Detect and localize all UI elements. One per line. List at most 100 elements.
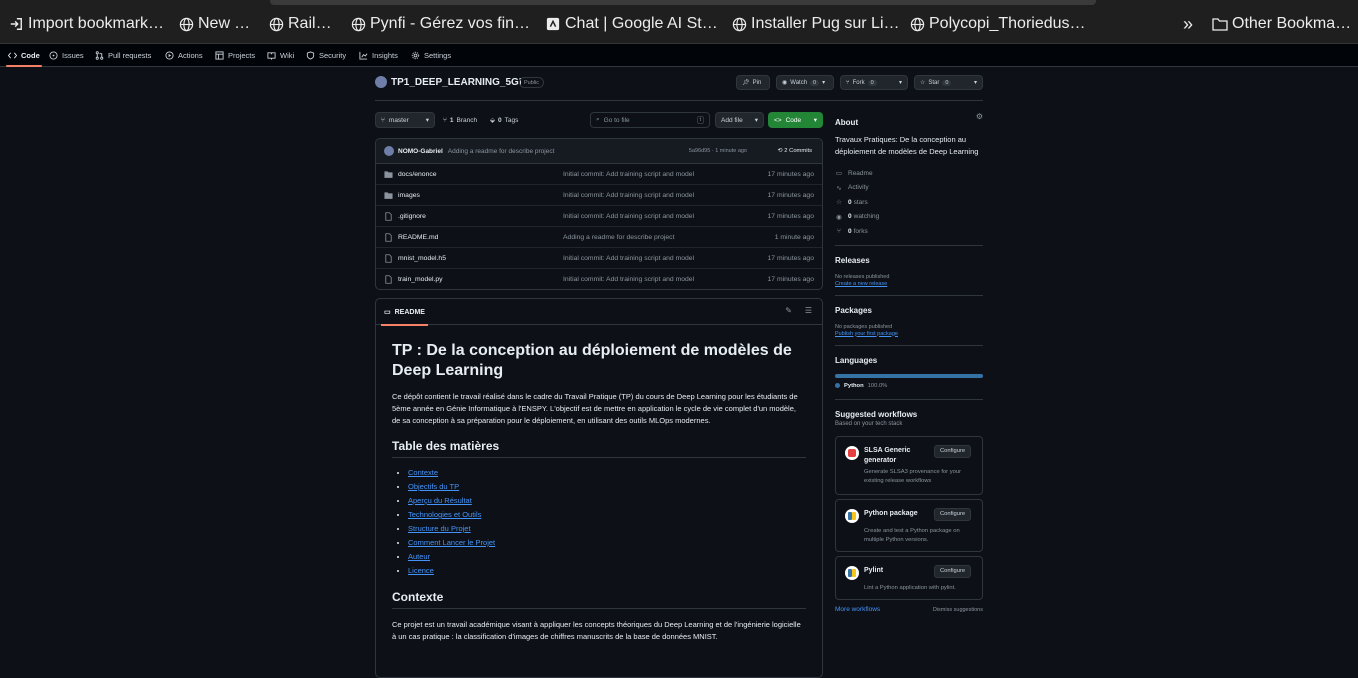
- add-file-button[interactable]: Add file ▾: [715, 112, 764, 128]
- book-icon: ▭: [384, 309, 391, 316]
- toc-item: Aperçu du Résultat: [408, 494, 806, 508]
- toc-link[interactable]: Auteur: [408, 552, 430, 561]
- readme-intro: Ce dépôt contient le travail réalisé dan…: [392, 392, 798, 425]
- file-name[interactable]: mnist_model.h5: [398, 255, 446, 262]
- packages-heading[interactable]: Packages: [835, 306, 983, 315]
- bookmark-import[interactable]: Import bookmarks…: [8, 14, 168, 34]
- table-of-contents: Contexte Objectifs du TP Aperçu du Résulta…: [392, 466, 806, 578]
- more-workflows-link[interactable]: More workflows: [835, 606, 880, 613]
- watch-button[interactable]: ◉ Watch 0 ▾: [776, 75, 834, 90]
- toc-link[interactable]: Licence: [408, 566, 434, 575]
- tab-security[interactable]: Security: [306, 44, 346, 67]
- tab-actions[interactable]: Actions: [165, 44, 203, 67]
- star-button[interactable]: ☆ Star 0 ▾: [914, 75, 983, 90]
- go-to-file-input[interactable]: ⌕ Go to file t: [590, 112, 710, 128]
- dismiss-suggestions-link[interactable]: Dismiss suggestions: [933, 607, 983, 613]
- commit-author[interactable]: NOMO-Gabriel: [398, 148, 443, 155]
- bookmark-pug[interactable]: Installer Pug sur Linux: [731, 14, 901, 34]
- commits-link[interactable]: ⟲ 2 Commits: [777, 148, 812, 154]
- file-commit-message[interactable]: Initial commit: Add training script and …: [563, 171, 694, 178]
- activity-link[interactable]: ∿ Activity: [835, 181, 983, 196]
- publish-package-link[interactable]: Publish your first package: [835, 331, 983, 337]
- file-row[interactable]: images Initial commit: Add training scrip…: [376, 185, 822, 206]
- branches-link[interactable]: ⑂ 1 Branch: [443, 112, 477, 128]
- file-row[interactable]: docs/enonce Initial commit: Add training …: [376, 164, 822, 185]
- toc-link[interactable]: Structure du Projet: [408, 524, 471, 533]
- toc-link[interactable]: Contexte: [408, 468, 438, 477]
- gear-icon[interactable]: ⚙: [976, 112, 983, 121]
- other-bookmarks[interactable]: Other Bookmarks: [1212, 14, 1354, 34]
- search-icon: ⌕: [596, 116, 600, 123]
- bookmarks-overflow-button[interactable]: »: [1183, 14, 1199, 34]
- create-release-link[interactable]: Create a new release: [835, 281, 983, 287]
- file-name[interactable]: images: [398, 192, 420, 199]
- language-python[interactable]: Python 100.0%: [835, 383, 983, 389]
- stars-link[interactable]: ☆ 0 stars: [835, 195, 983, 210]
- tab-issues[interactable]: Issues: [49, 44, 84, 67]
- file-name[interactable]: docs/enonce: [398, 171, 437, 178]
- toc-item: Structure du Projet: [408, 522, 806, 536]
- file-name[interactable]: .gitignore: [398, 213, 426, 220]
- file-row[interactable]: mnist_model.h5 Initial commit: Add traini…: [376, 248, 822, 269]
- file-commit-message[interactable]: Initial commit: Add training script and …: [563, 213, 694, 220]
- bookmark-polycopi[interactable]: Polycopi_Thoriedusig…: [909, 14, 1089, 34]
- chevron-down-icon: ▾: [425, 117, 429, 124]
- readme-title: TP : De la conception au déploiement de …: [392, 342, 792, 379]
- file-commit-message[interactable]: Initial commit: Add training script and …: [563, 255, 694, 262]
- repo-name[interactable]: TP1_DEEP_LEARNING_5GI: [391, 77, 522, 88]
- readme-tab[interactable]: ▭ README: [381, 299, 428, 326]
- toc-link[interactable]: Aperçu du Résultat: [408, 496, 472, 505]
- tab-strip-edge: [270, 0, 1096, 5]
- file-row[interactable]: train_model.py Initial commit: Add traini…: [376, 269, 822, 289]
- branch-icon: ⑂: [381, 116, 385, 124]
- bookmark-ai-studio[interactable]: Chat | Google AI Studio: [545, 14, 721, 34]
- watching-link[interactable]: ◉ 0 watching: [835, 210, 983, 225]
- bookmark-railway[interactable]: Railway: [268, 14, 340, 34]
- list-icon[interactable]: ☰: [805, 306, 812, 315]
- pencil-icon[interactable]: ✎: [785, 306, 792, 315]
- repo-header: TP1_DEEP_LEARNING_5GI Public 📌︎ Pin ◉ Watc…: [375, 74, 983, 101]
- tab-wiki[interactable]: Wiki: [267, 44, 294, 67]
- tags-link[interactable]: ⬙ 0 Tags: [490, 112, 518, 128]
- configure-button[interactable]: Configure: [934, 564, 972, 578]
- file-row[interactable]: README.md Adding a readme for describe pr…: [376, 227, 822, 248]
- toc-link[interactable]: Objectifs du TP: [408, 482, 459, 491]
- chevron-down-icon: ▾: [813, 117, 817, 124]
- file-commit-message[interactable]: Initial commit: Add training script and …: [563, 276, 694, 283]
- tab-settings[interactable]: Settings: [411, 44, 451, 67]
- tab-code[interactable]: Code: [6, 44, 42, 67]
- fork-button[interactable]: ⑂ Fork 0 ▾: [840, 75, 908, 90]
- releases-heading[interactable]: Releases: [835, 256, 983, 265]
- forks-link[interactable]: ⑂ 0 forks: [835, 224, 983, 239]
- commit-message[interactable]: Adding a readme for describe project: [448, 148, 555, 155]
- context-text: Ce projet est un travail académique visa…: [392, 620, 801, 641]
- commit-hash[interactable]: 5a96d95 · 1 minute ago: [689, 148, 747, 154]
- branch-select[interactable]: ⑂ master ▾: [375, 112, 435, 128]
- readme-link[interactable]: ▭ Readme: [835, 166, 983, 181]
- file-name[interactable]: README.md: [398, 234, 438, 241]
- context-heading: Contexte: [392, 590, 806, 609]
- book-icon: [267, 51, 276, 60]
- tab-insights[interactable]: Insights: [359, 44, 398, 67]
- globe-icon: [731, 16, 747, 32]
- configure-button[interactable]: Configure: [934, 444, 972, 458]
- workflow-card-pylint: Pylint Configure Lint a Python applicati…: [835, 555, 983, 600]
- file-commit-message[interactable]: Adding a readme for describe project: [563, 234, 674, 241]
- toc-link[interactable]: Technologies et Outils: [408, 510, 481, 519]
- branch-icon: ⑂: [443, 116, 447, 124]
- configure-button[interactable]: Configure: [934, 507, 972, 521]
- tab-projects[interactable]: Projects: [215, 44, 255, 67]
- file-commit-message[interactable]: Initial commit: Add training script and …: [563, 192, 694, 199]
- file-row[interactable]: .gitignore Initial commit: Add training s…: [376, 206, 822, 227]
- bookmark-new-tab[interactable]: New Tab: [178, 14, 258, 34]
- chevron-down-icon: ▾: [822, 80, 826, 86]
- tab-pull-requests[interactable]: Pull requests: [95, 44, 151, 67]
- python-icon: [845, 508, 859, 523]
- code-button[interactable]: <> Code ▾: [768, 112, 823, 128]
- shield-icon: [306, 51, 315, 60]
- toc-link[interactable]: Comment Lancer le Projet: [408, 538, 495, 547]
- bookmark-pynfi[interactable]: Pynfi - Gérez vos finan…: [350, 14, 534, 34]
- pin-button[interactable]: 📌︎ Pin: [736, 75, 770, 90]
- file-name[interactable]: train_model.py: [398, 276, 443, 283]
- gear-icon: [411, 51, 420, 60]
